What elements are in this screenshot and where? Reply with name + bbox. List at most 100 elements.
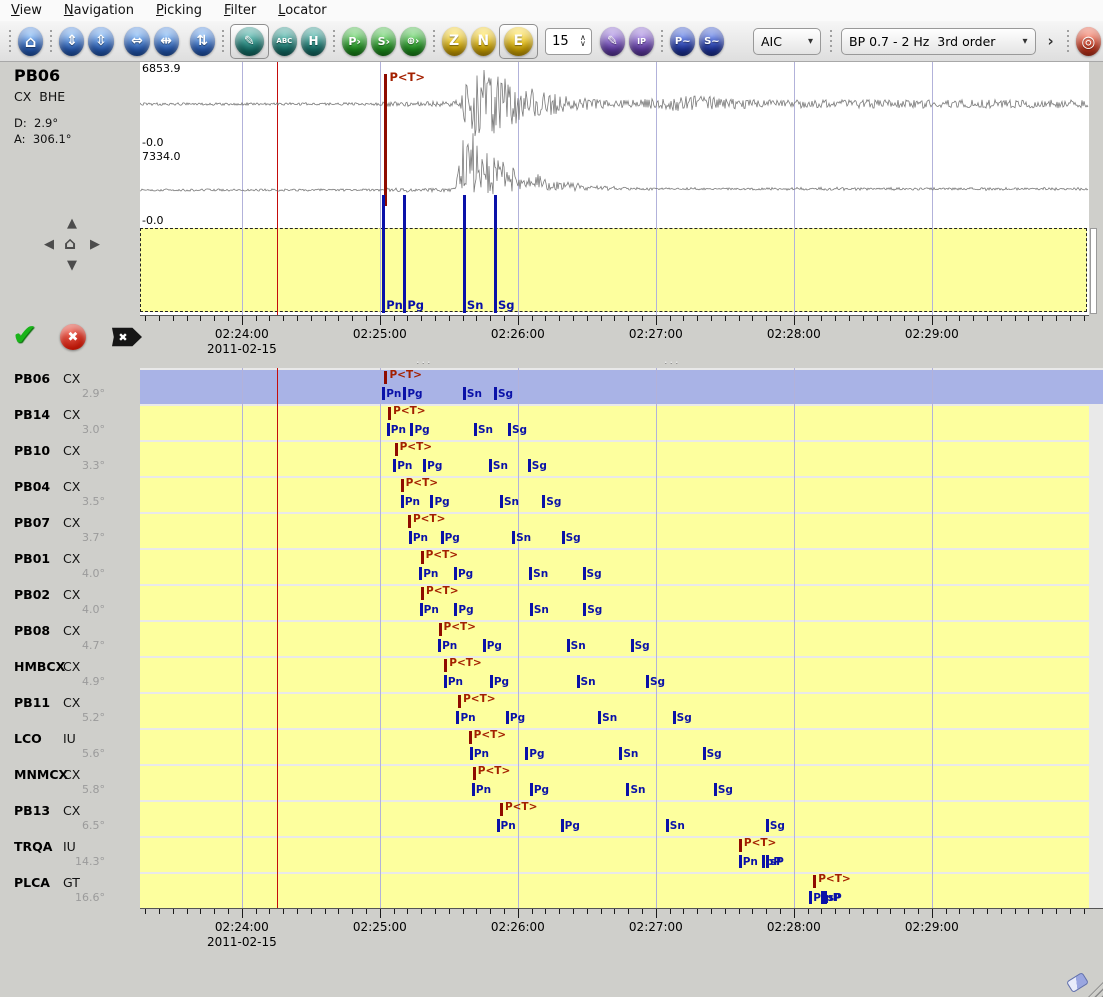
trace-row-pb13[interactable] [140,802,1089,836]
filter-select[interactable]: BP 0.7 - 2 Hz 3rd order▾ [841,28,1036,55]
phase-pick-line-sg[interactable] [766,819,769,832]
home-button[interactable]: ⌂ [18,27,43,56]
phase-pick-line-pn[interactable] [438,639,441,652]
phase-pick-line-pn[interactable] [472,783,475,796]
rename-phase-button[interactable]: ABC [272,27,297,56]
phase-pick-line-sg[interactable] [528,459,531,472]
picker-tool-button[interactable]: ✎ [235,27,264,56]
menu-locator[interactable]: Locator [267,1,337,21]
p-pick-line[interactable] [444,659,447,672]
station-entry-mnmcx[interactable]: MNMCXCX5.8° [0,764,138,800]
phase-pick-line-sg[interactable] [583,603,586,616]
phase-pick-line-sg[interactable] [562,531,565,544]
phase-pick-line-sg[interactable] [646,675,649,688]
skip-button[interactable]: ✖ [112,326,142,348]
phase-pick-line-pn[interactable] [387,423,390,436]
phase-pick-line-sg[interactable] [542,495,545,508]
trace-row-pb01[interactable] [140,550,1089,584]
station-entry-pb07[interactable]: PB07CX3.7° [0,512,138,548]
p-pick-line[interactable] [473,767,476,780]
trace-row-pb02[interactable] [140,586,1089,620]
component-z-button[interactable]: Z [442,27,467,56]
phase-pick-line-sn[interactable] [463,195,466,313]
phase-pick-line-sp[interactable] [766,855,769,868]
station-entry-pb13[interactable]: PB13CX6.5° [0,800,138,836]
trace-row-hmbcx[interactable] [140,658,1089,692]
scroll-up-button[interactable]: ▲ [67,216,77,231]
phase-pick-line-p[interactable] [809,891,812,904]
trace-row-mnmcx[interactable] [140,766,1089,800]
time-zoom-in-button[interactable]: ⇔ [124,27,149,56]
phase-pick-line-pg[interactable] [441,531,444,544]
p-pick-line[interactable] [469,731,472,744]
eraser-icon[interactable] [1066,972,1089,993]
phase-pick-line-pp[interactable] [762,855,765,868]
phase-pick-line-pn[interactable] [382,195,385,313]
phase-pick-line-pg[interactable] [525,747,528,760]
station-entry-pb08[interactable]: PB08CX4.7° [0,620,138,656]
phase-pick-line-pg[interactable] [483,639,486,652]
menu-navigation[interactable]: Navigation [53,1,145,21]
phase-pick-line-sn[interactable] [474,423,477,436]
scroll-right-button[interactable]: ▶ [90,237,100,252]
create-pick-button[interactable]: ✎ [600,27,625,56]
phase-pick-line-sn[interactable] [626,783,629,796]
picker-algorithm-select[interactable]: AIC▾ [753,28,821,55]
p-pick-line[interactable] [458,695,461,708]
preview-s-button[interactable]: S~ [699,27,724,56]
p-pick-line[interactable] [421,587,424,600]
station-entry-lco[interactable]: LCOIU5.6° [0,728,138,764]
confirm-button[interactable]: ✔ [12,318,37,353]
p-pick-line[interactable] [395,443,398,456]
pick-p-phase-button[interactable]: P› [342,27,367,56]
phase-pick-line-pg[interactable] [561,819,564,832]
phase-pick-line-sn[interactable] [529,567,532,580]
trace-row-pb07[interactable] [140,514,1089,548]
p-pick-line[interactable] [439,623,442,636]
trace-row-lco[interactable] [140,730,1089,764]
phase-pick-line-sg[interactable] [494,387,497,400]
menu-view[interactable]: View [0,1,53,21]
phase-pick-line-pg[interactable] [430,495,433,508]
phase-pick-line-pg[interactable] [454,567,457,580]
phase-pick-line-pn[interactable] [444,675,447,688]
phase-pick-line-sn[interactable] [489,459,492,472]
phase-pick-line-pg[interactable] [506,711,509,724]
amplitude-zoom-out-button[interactable]: ⇳ [88,27,113,56]
phase-pick-line-sn[interactable] [567,639,570,652]
phase-pick-line-sn[interactable] [463,387,466,400]
p-pick-line[interactable] [384,74,387,206]
time-zoom-out-button[interactable]: ⇹ [154,27,179,56]
phase-pick-line-pn[interactable] [419,567,422,580]
phase-pick-line-sn[interactable] [530,603,533,616]
trace-row-pb08[interactable] [140,622,1089,656]
home-icon[interactable]: ⌂ [64,234,76,254]
scroll-down-button[interactable]: ▼ [67,258,77,273]
station-entry-pb11[interactable]: PB11CX5.2° [0,692,138,728]
spinner-arrows[interactable]: ∧∨ [575,35,591,47]
phase-pick-line-pg[interactable] [530,783,533,796]
window-length-spinner[interactable]: 15∧∨ [545,28,592,55]
phase-pick-line-pn[interactable] [470,747,473,760]
toolbar-overflow-button[interactable]: › [1040,32,1062,50]
trace-row-trqa[interactable] [140,838,1089,872]
trace-row-pb06[interactable] [140,370,1103,404]
convert-pick-button[interactable]: IP [629,27,654,56]
p-pick-line[interactable] [408,515,411,528]
p-pick-line[interactable] [500,803,503,816]
phase-pick-line-sg[interactable] [583,567,586,580]
phase-pick-line-pn[interactable] [382,387,385,400]
pick-other-phase-button[interactable]: ⊕› [400,27,425,56]
phase-pick-line-sn[interactable] [666,819,669,832]
scroll-left-button[interactable]: ◀ [44,237,54,252]
preview-p-button[interactable]: P~ [670,27,695,56]
trace-overview-panel[interactable]: P<T>PnPgSnSgP<T>PnPgSnSgP<T>PnPgSnSgP<T>… [140,368,1103,909]
phase-pick-line-pg[interactable] [454,603,457,616]
window-resize-grip[interactable] [1088,982,1103,997]
station-entry-pb14[interactable]: PB14CX3.0° [0,404,138,440]
trace-row-plca[interactable] [140,874,1089,908]
relocate-button[interactable]: ◎ [1076,27,1101,56]
amplitude-zoom-in-button[interactable]: ⇕ [59,27,84,56]
station-entry-pb06[interactable]: PB06CX2.9° [0,368,138,404]
phase-pick-line-sn[interactable] [500,495,503,508]
